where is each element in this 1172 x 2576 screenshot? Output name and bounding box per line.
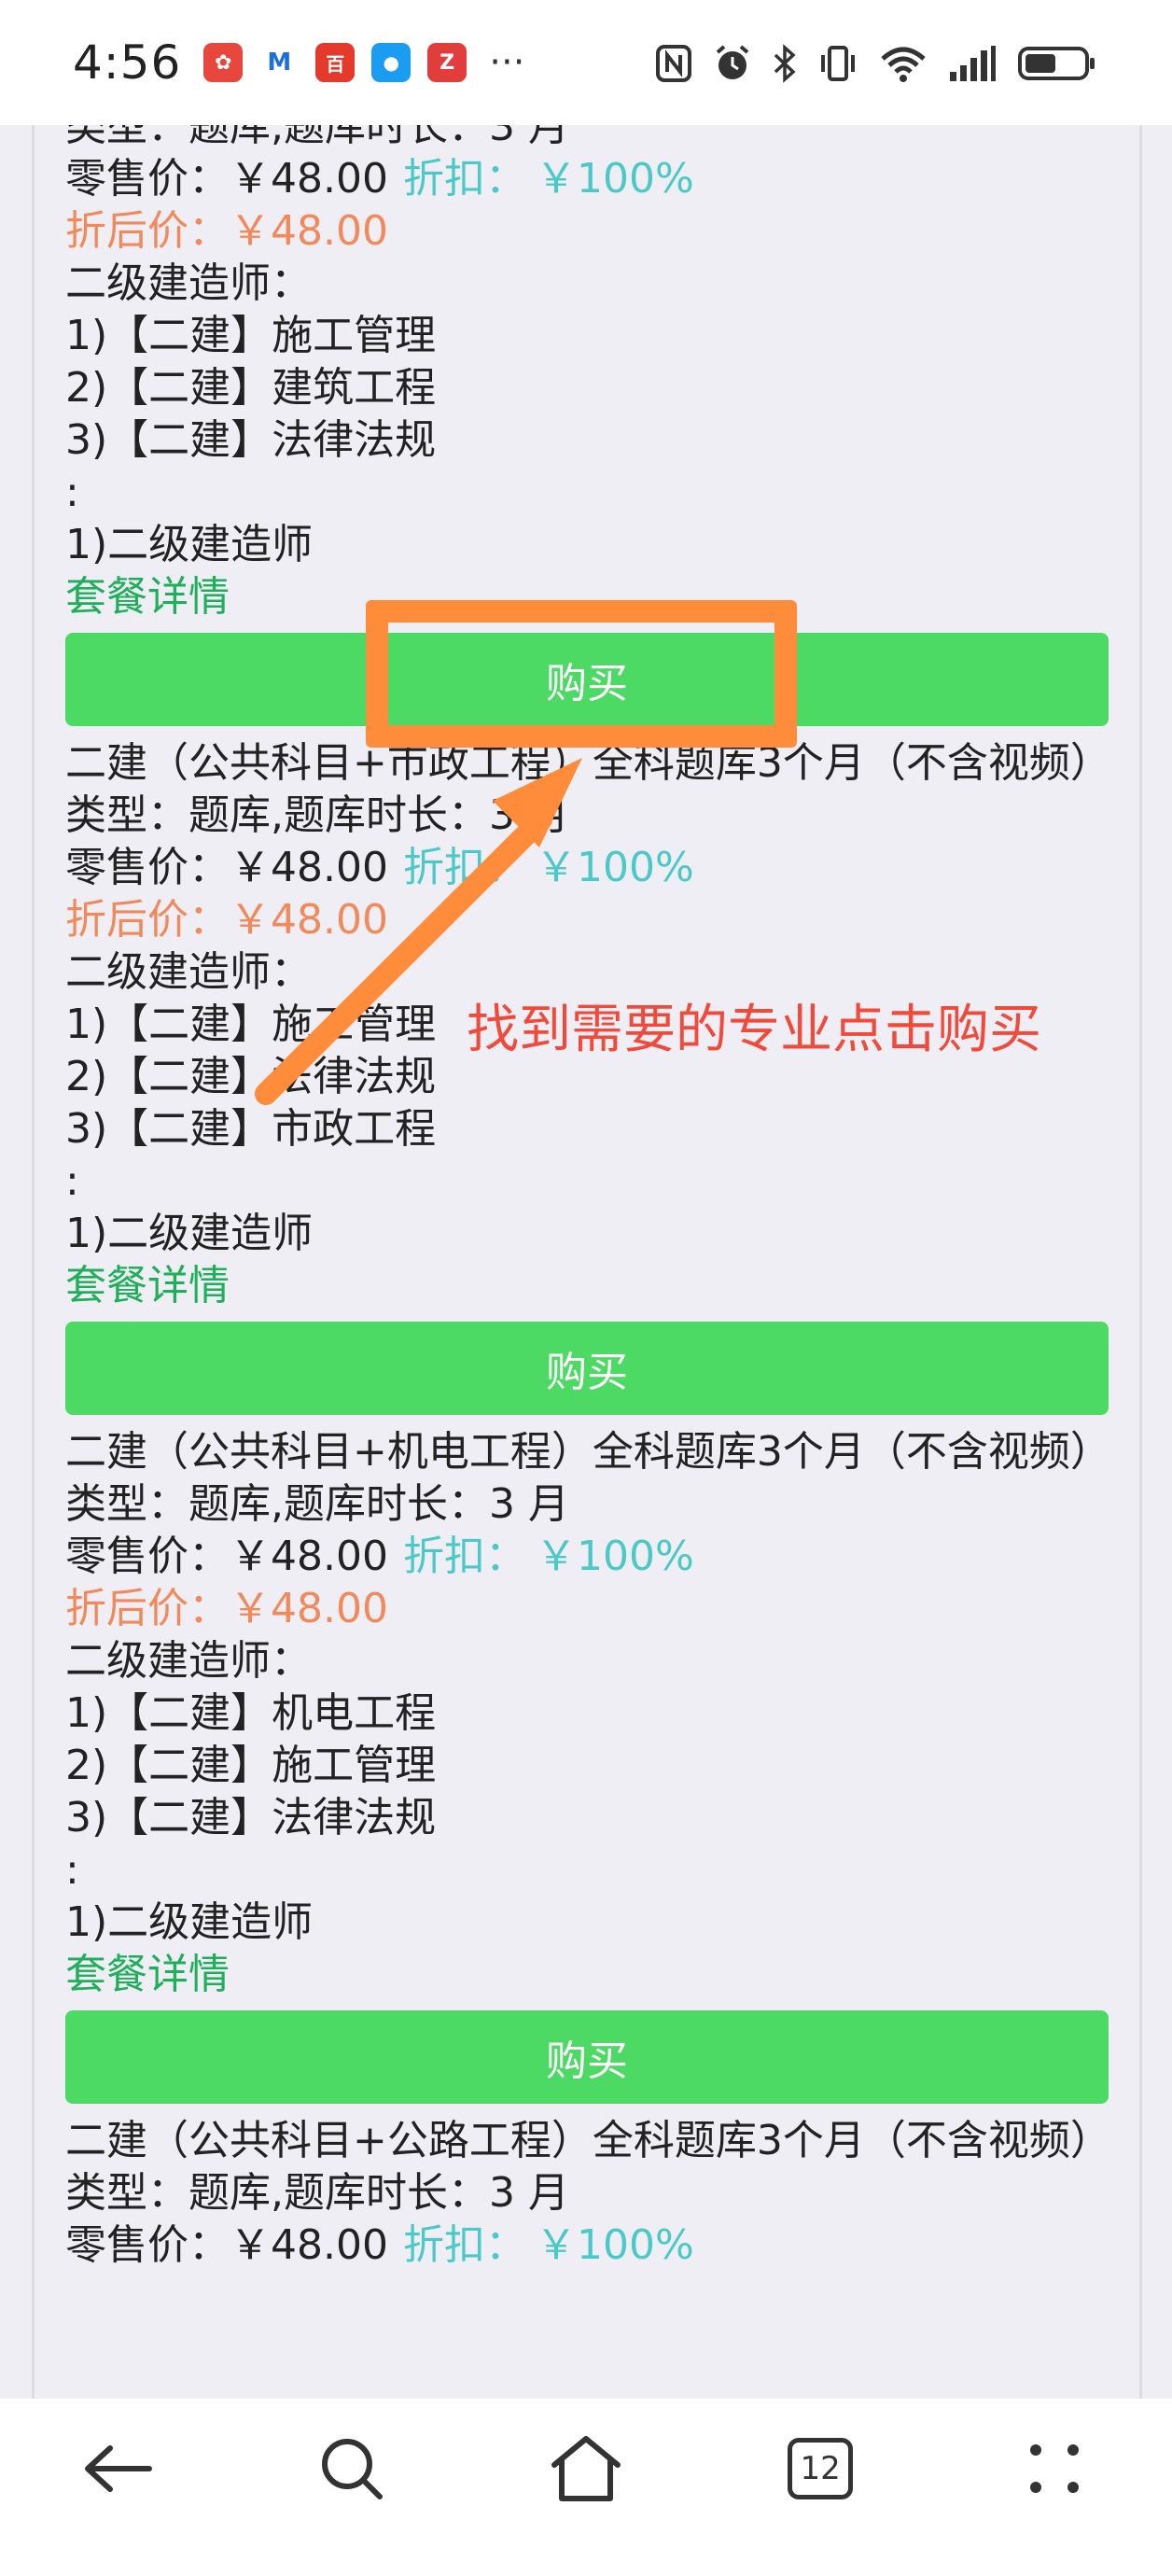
- subject-item: 1)【二建】机电工程: [65, 1689, 437, 1737]
- browser-nav-bar: 12: [0, 2399, 1172, 2576]
- package-card: 二建（公共科目+市政工程）全科题库3个月（不含视频） 类型：题库,题库时长：3 …: [65, 737, 1111, 1415]
- buy-button[interactable]: 购买: [65, 1322, 1109, 1415]
- back-arrow-icon: [84, 2445, 152, 2492]
- category-label: 二级建造师：: [65, 259, 312, 307]
- tab-count: 12: [800, 2450, 841, 2487]
- discount-text: 折扣： ￥100%: [402, 844, 694, 891]
- subject-item: 3)【二建】市政工程: [65, 1105, 437, 1153]
- package-type: 类型：题库,题库时长：3 月: [65, 1480, 569, 1528]
- nfc-icon: [656, 45, 691, 82]
- colon-separator: :: [65, 1157, 79, 1205]
- qualification-item: 1)二级建造师: [65, 521, 314, 568]
- more-notifications-icon: ···: [489, 41, 525, 84]
- package-feed: 类型：题库,题库时长：3 月 零售价：￥48.00 折扣： ￥100% 折后价：￥4…: [65, 125, 1111, 2272]
- notification-icons: ✿ M 百 ● Z ···: [203, 41, 524, 84]
- status-bar: 4:56 ✿ M 百 ● Z ···: [0, 0, 1172, 125]
- search-icon: [321, 2439, 383, 2499]
- package-card-partial-bottom: 二建（公共科目+公路工程）全科题库3个月（不含视频） 类型：题库,题库时长：3 …: [65, 2115, 1111, 2272]
- tabs-button[interactable]: 12: [764, 2413, 876, 2525]
- subject-item: 3)【二建】法律法规: [65, 416, 437, 464]
- qualification-item: 1)二级建造师: [65, 1898, 314, 1946]
- package-detail-link[interactable]: 套餐详情: [65, 1260, 230, 1312]
- package-detail-link[interactable]: 套餐详情: [65, 571, 230, 623]
- bluetooth-icon: [774, 44, 796, 83]
- flower-app-icon: ✿: [203, 43, 244, 82]
- back-button[interactable]: [62, 2413, 174, 2525]
- qualification-item: 1)二级建造师: [65, 1210, 314, 1257]
- package-title: 二建（公共科目+市政工程）全科题库3个月（不含视频）: [65, 739, 1111, 787]
- discount-text: 折扣： ￥100%: [402, 1533, 694, 1580]
- buy-button[interactable]: 购买: [65, 2010, 1109, 2104]
- package-card-partial-top: 类型：题库,题库时长：3 月 零售价：￥48.00 折扣： ￥100% 折后价：￥4…: [65, 125, 1110, 726]
- colon-separator: :: [65, 469, 79, 516]
- alarm-icon: [716, 45, 749, 79]
- retail-price: 零售价：￥48.00 折扣： ￥100%: [65, 1533, 694, 1580]
- mail-m-icon: M: [259, 43, 300, 82]
- status-time: 4:56: [73, 35, 182, 90]
- subject-item: 2)【二建】建筑工程: [65, 364, 437, 412]
- category-label: 二级建造师：: [65, 1637, 312, 1685]
- chat-bubble-icon: ●: [371, 43, 412, 82]
- home-icon: [551, 2436, 621, 2501]
- wifi-icon: [881, 47, 926, 82]
- retail-price: 零售价：￥48.00 折扣： ￥100%: [65, 155, 694, 203]
- retail-price: 零售价：￥48.00 折扣： ￥100%: [65, 2221, 694, 2269]
- page-content[interactable]: 类型：题库,题库时长：3 月 零售价：￥48.00 折扣： ￥100% 折后价：￥4…: [0, 125, 1172, 2399]
- z-app-icon: Z: [427, 43, 467, 82]
- tabs-icon: 12: [788, 2438, 854, 2499]
- package-type: 类型：题库,题库时长：3 月: [65, 125, 569, 150]
- colon-separator: :: [65, 1846, 79, 1894]
- subject-item: 2)【二建】施工管理: [65, 1742, 437, 1789]
- package-type: 类型：题库,题库时长：3 月: [65, 791, 569, 839]
- vibrate-icon: [821, 46, 855, 81]
- more-dots-icon: [1030, 2444, 1080, 2493]
- battery-icon: [1018, 47, 1095, 80]
- news-app-icon: 百: [315, 43, 356, 82]
- package-title: 二建（公共科目+公路工程）全科题库3个月（不含视频）: [65, 2117, 1111, 2164]
- package-title: 二建（公共科目+机电工程）全科题库3个月（不含视频）: [65, 1428, 1111, 1476]
- final-price: 折后价：￥48.00: [65, 207, 388, 255]
- discount-text: 折扣： ￥100%: [402, 155, 694, 203]
- retail-price: 零售价：￥48.00 折扣： ￥100%: [65, 844, 694, 891]
- more-menu-button[interactable]: [998, 2413, 1110, 2525]
- system-icons: [655, 41, 1097, 86]
- buy-button[interactable]: 购买: [65, 633, 1109, 726]
- package-card: 二建（公共科目+机电工程）全科题库3个月（不含视频） 类型：题库,题库时长：3 …: [65, 1426, 1111, 2104]
- subject-item: 1)【二建】施工管理: [65, 312, 437, 359]
- signal-icon: [950, 46, 996, 81]
- annotation-text: 找到需要的专业点击购买: [467, 1000, 1041, 1060]
- final-price: 折后价：￥48.00: [65, 1585, 388, 1632]
- package-type: 类型：题库,题库时长：3 月: [65, 2169, 569, 2217]
- home-button[interactable]: [530, 2413, 642, 2525]
- package-detail-link[interactable]: 套餐详情: [65, 1949, 230, 2001]
- search-button[interactable]: [296, 2413, 408, 2525]
- final-price: 折后价：￥48.00: [65, 896, 388, 944]
- discount-text: 折扣： ￥100%: [402, 2221, 694, 2269]
- subject-item: 3)【二建】法律法规: [65, 1794, 437, 1841]
